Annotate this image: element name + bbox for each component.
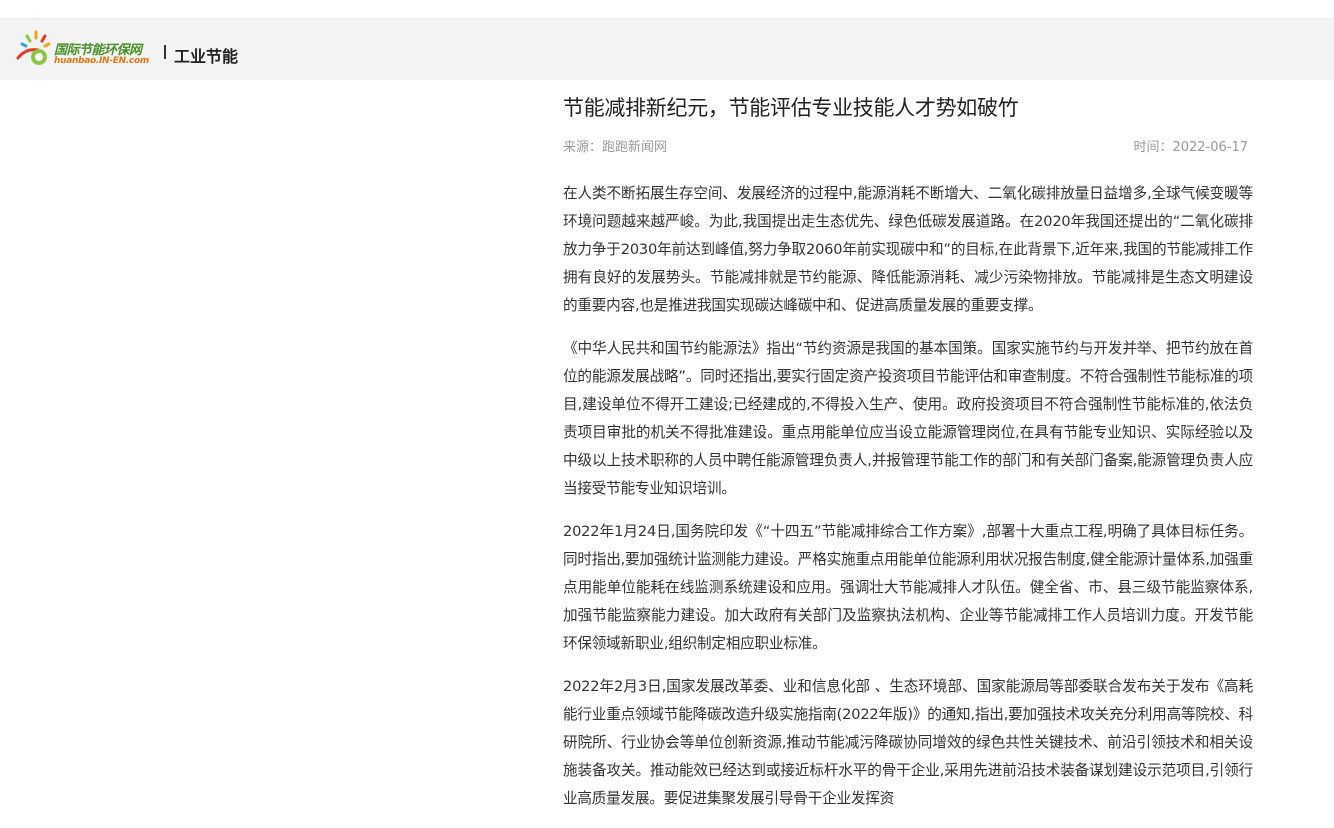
article-source: 来源：跑跑新闻网 — [563, 140, 668, 155]
article-time: 时间：2022-06-17 — [1133, 140, 1248, 155]
top-strip — [0, 0, 1334, 19]
logo-subtext: huanbao.IN-EN.com — [54, 56, 149, 66]
article-paragraph: 2022年1月24日,国务院印发《“十四五”节能减排综合工作方案》,部署十大重点… — [563, 523, 1253, 652]
article-paragraph: 在人类不断拓展生存空间、发展经济的过程中,能源消耗不断增大、二氧化碳排放量日益增… — [563, 185, 1253, 314]
article-title: 节能减排新纪元，节能评估专业技能人才势如破竹 — [563, 96, 1019, 120]
article-meta: 来源：跑跑新闻网 时间：2022-06-17 — [563, 136, 1253, 156]
logo-sun-icon — [16, 30, 51, 65]
article-body: 在人类不断拓展生存空间、发展经济的过程中,能源消耗不断增大、二氧化碳排放量日益增… — [563, 180, 1253, 813]
site-logo[interactable]: 国际节能环保网 huanbao.IN-EN.com — [12, 28, 162, 72]
article-paragraph: 《中华人民共和国节约能源法》指出“节约资源是我国的基本国策。国家实施节约与开发并… — [563, 340, 1253, 497]
section-title[interactable]: 工业节能 — [174, 43, 238, 67]
site-header: 国际节能环保网 huanbao.IN-EN.com 工业节能 — [0, 19, 1334, 80]
article: 节能减排新纪元，节能评估专业技能人才势如破竹 来源：跑跑新闻网 时间：2022-… — [563, 80, 1253, 828]
header-divider — [164, 45, 166, 59]
article-paragraph: 2022年2月3日,国家发展改革委、业和信息化部 、生态环境部、国家能源局等部委… — [563, 678, 1253, 807]
